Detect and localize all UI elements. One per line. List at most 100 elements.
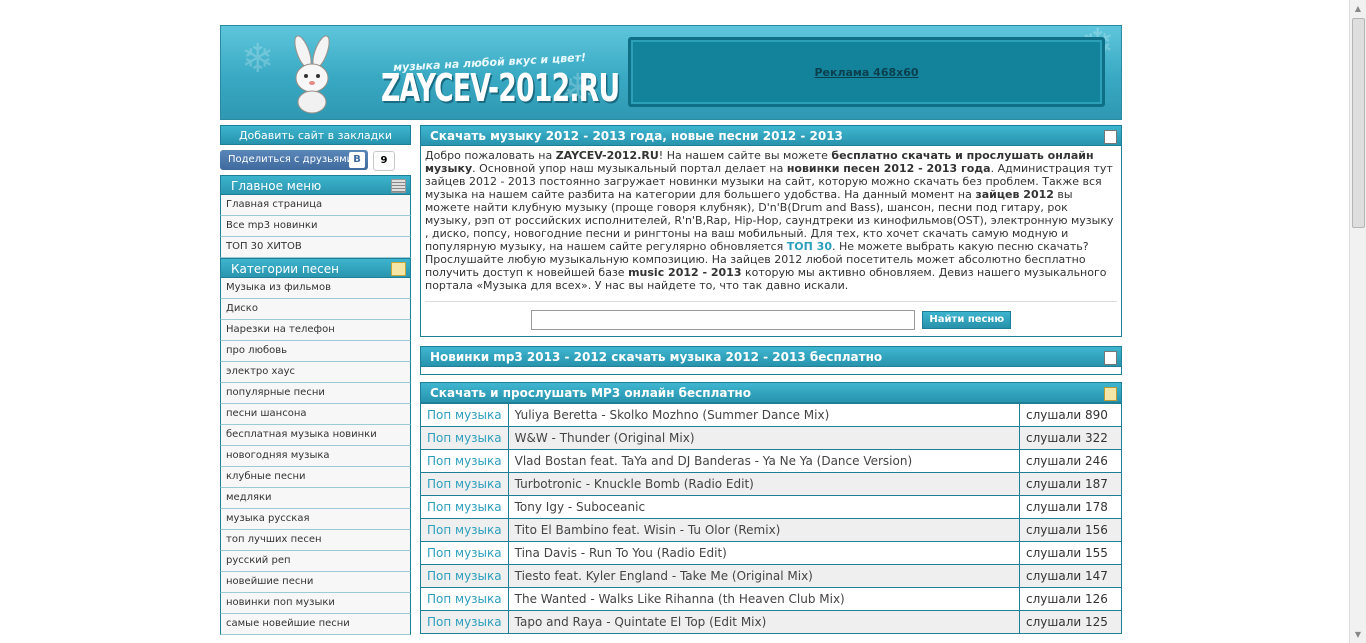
songs-header: Скачать и прослушать MP3 онлайн бесплатн… (420, 382, 1122, 403)
song-title[interactable]: Tapo and Raya - Quintate El Top (Edit Mi… (507, 610, 1021, 634)
category-item[interactable]: самые новейшие песни (220, 614, 411, 635)
share-row: Поделиться с друзьями B 9 (220, 150, 411, 171)
share-vk-button[interactable]: Поделиться с друзьями B (220, 150, 368, 170)
songs-table: Поп музыка Yuliya Beretta - Skolko Mozhno… (420, 403, 1122, 634)
category-item[interactable]: Нарезки на телефон (220, 320, 411, 341)
song-genre-link[interactable]: Поп музыка (420, 403, 509, 427)
song-plays: слушали 178 (1019, 495, 1122, 519)
category-item[interactable]: клубные песни (220, 467, 411, 488)
categories-header: Категории песен (220, 258, 411, 278)
search-button[interactable]: Найти песню (922, 311, 1012, 329)
document-icon (1104, 351, 1117, 365)
category-item[interactable]: про любовь (220, 341, 411, 362)
song-row[interactable]: Поп музыка Turbotronic - Knuckle Bomb (Ra… (420, 472, 1122, 496)
song-genre-link[interactable]: Поп музыка (420, 518, 509, 542)
category-item[interactable]: популярные песни (220, 383, 411, 404)
song-row[interactable]: Поп музыка Tony Igy - Suboceanic слушали 1… (420, 495, 1122, 519)
song-genre-link[interactable]: Поп музыка (420, 564, 509, 588)
new-mp3-block (420, 367, 1122, 375)
new-mp3-title: Новинки mp3 2013 - 2012 скачать музыка 2… (430, 350, 883, 364)
bunny-icon (294, 35, 330, 114)
ad-link[interactable]: Реклама 468x60 (631, 66, 1102, 79)
intro-block: Добро пожаловать на ZAYCEV-2012.RU! На н… (420, 146, 1122, 337)
song-title[interactable]: Vlad Bostan feat. TaYa and DJ Banderas -… (507, 449, 1021, 473)
ad-banner[interactable]: Реклама 468x60 (628, 37, 1105, 107)
menu-item-home[interactable]: Главная страница (220, 195, 411, 216)
category-item[interactable]: новейшие песни (220, 572, 411, 593)
song-title[interactable]: Yuliya Beretta - Skolko Mozhno (Summer D… (507, 403, 1021, 427)
document-icon (1104, 130, 1117, 144)
song-genre-link[interactable]: Поп музыка (420, 610, 509, 634)
category-item[interactable]: Диско (220, 299, 411, 320)
category-item[interactable]: электро хаус (220, 362, 411, 383)
intro-text: Добро пожаловать на ZAYCEV-2012.RU! На н… (425, 149, 1114, 292)
songs-title: Скачать и прослушать MP3 онлайн бесплатн… (430, 386, 751, 400)
category-item[interactable]: новинки поп музыки (220, 593, 411, 614)
scroll-up-arrow-icon[interactable]: ▲ (1350, 0, 1366, 17)
song-genre-link[interactable]: Поп музыка (420, 472, 509, 496)
song-row[interactable]: Поп музыка Yuliya Beretta - Skolko Mozhno… (420, 403, 1122, 427)
vk-icon: B (349, 152, 365, 168)
category-list: Музыка из фильмов Диско Нарезки на телефон… (220, 278, 411, 635)
song-title[interactable]: W&W - Thunder (Original Mix) (507, 426, 1021, 450)
scroll-down-arrow-icon[interactable]: ▼ (1350, 626, 1366, 643)
site-header: ❄ ❄ ❄ музыка на любой вкус и цвет! ZAYCE… (220, 25, 1122, 120)
song-row[interactable]: Поп музыка W&W - Thunder (Original Mix) сл… (420, 426, 1122, 450)
site-logo[interactable]: музыка на любой вкус и цвет! ZAYCEV-2012… (281, 34, 620, 114)
song-title[interactable]: Tito El Bambino feat. Wisin - Tu Olor (R… (507, 518, 1021, 542)
song-row[interactable]: Поп музыка The Wanted - Walks Like Rihann… (420, 587, 1122, 611)
folder-icon (391, 262, 406, 276)
top30-link[interactable]: ТОП 30 (787, 240, 832, 253)
share-count-badge: 9 (373, 151, 395, 171)
song-title[interactable]: The Wanted - Walks Like Rihanna (th Heav… (507, 587, 1021, 611)
song-title[interactable]: Turbotronic - Knuckle Bomb (Radio Edit) (507, 472, 1021, 496)
song-plays: слушали 155 (1019, 541, 1122, 565)
song-plays: слушали 890 (1019, 403, 1122, 427)
song-title[interactable]: Tony Igy - Suboceanic (507, 495, 1021, 519)
menu-list-icon (391, 179, 406, 193)
song-row[interactable]: Поп музыка Tapo and Raya - Quintate El To… (420, 610, 1122, 634)
search-row: Найти песню (425, 301, 1117, 336)
page-wrapper: ❄ ❄ ❄ музыка на любой вкус и цвет! ZAYCE… (220, 25, 1122, 635)
song-genre-link[interactable]: Поп музыка (420, 495, 509, 519)
song-plays: слушали 126 (1019, 587, 1122, 611)
sidebar: Добавить сайт в закладки Поделиться с др… (220, 125, 411, 635)
menu-item-top30[interactable]: ТОП 30 ХИТОВ (220, 237, 411, 258)
add-bookmark-button[interactable]: Добавить сайт в закладки (220, 125, 411, 145)
song-plays: слушали 187 (1019, 472, 1122, 496)
song-row[interactable]: Поп музыка Tina Davis - Run To You (Radio… (420, 541, 1122, 565)
snowflake-icon: ❄ (241, 36, 275, 82)
scroll-thumb[interactable] (1352, 18, 1365, 228)
category-item[interactable]: бесплатная музыка новинки (220, 425, 411, 446)
main-content: Скачать музыку 2012 - 2013 года, новые п… (420, 125, 1122, 634)
page-scrollbar[interactable]: ▲ ▼ (1349, 0, 1366, 643)
category-item[interactable]: русский реп (220, 551, 411, 572)
song-plays: слушали 147 (1019, 564, 1122, 588)
song-row[interactable]: Поп музыка Tito El Bambino feat. Wisin - … (420, 518, 1122, 542)
song-row[interactable]: Поп музыка Vlad Bostan feat. TaYa and DJ … (420, 449, 1122, 473)
song-title[interactable]: Tina Davis - Run To You (Radio Edit) (507, 541, 1021, 565)
new-mp3-header: Новинки mp3 2013 - 2012 скачать музыка 2… (420, 346, 1122, 367)
intro-header: Скачать музыку 2012 - 2013 года, новые п… (420, 125, 1122, 146)
category-item[interactable]: музыка русская (220, 509, 411, 530)
song-genre-link[interactable]: Поп музыка (420, 587, 509, 611)
category-item[interactable]: песни шансона (220, 404, 411, 425)
category-item[interactable]: топ лучших песен (220, 530, 411, 551)
main-menu-title: Главное меню (231, 179, 322, 193)
main-menu-header: Главное меню (220, 175, 411, 195)
category-item[interactable]: новогодняя музыка (220, 446, 411, 467)
song-genre-link[interactable]: Поп музыка (420, 426, 509, 450)
song-plays: слушали 125 (1019, 610, 1122, 634)
category-item[interactable]: медляки (220, 488, 411, 509)
song-genre-link[interactable]: Поп музыка (420, 541, 509, 565)
categories-title: Категории песен (231, 262, 339, 276)
share-label: Поделиться с друзьями (228, 154, 354, 165)
song-title[interactable]: Tiesto feat. Kyler England - Take Me (Or… (507, 564, 1021, 588)
category-item[interactable]: Музыка из фильмов (220, 278, 411, 299)
song-plays: слушали 322 (1019, 426, 1122, 450)
intro-title: Скачать музыку 2012 - 2013 года, новые п… (430, 129, 843, 143)
menu-item-all-mp3[interactable]: Все mp3 новинки (220, 216, 411, 237)
search-input[interactable] (530, 310, 915, 330)
song-genre-link[interactable]: Поп музыка (420, 449, 509, 473)
song-row[interactable]: Поп музыка Tiesto feat. Kyler England - T… (420, 564, 1122, 588)
